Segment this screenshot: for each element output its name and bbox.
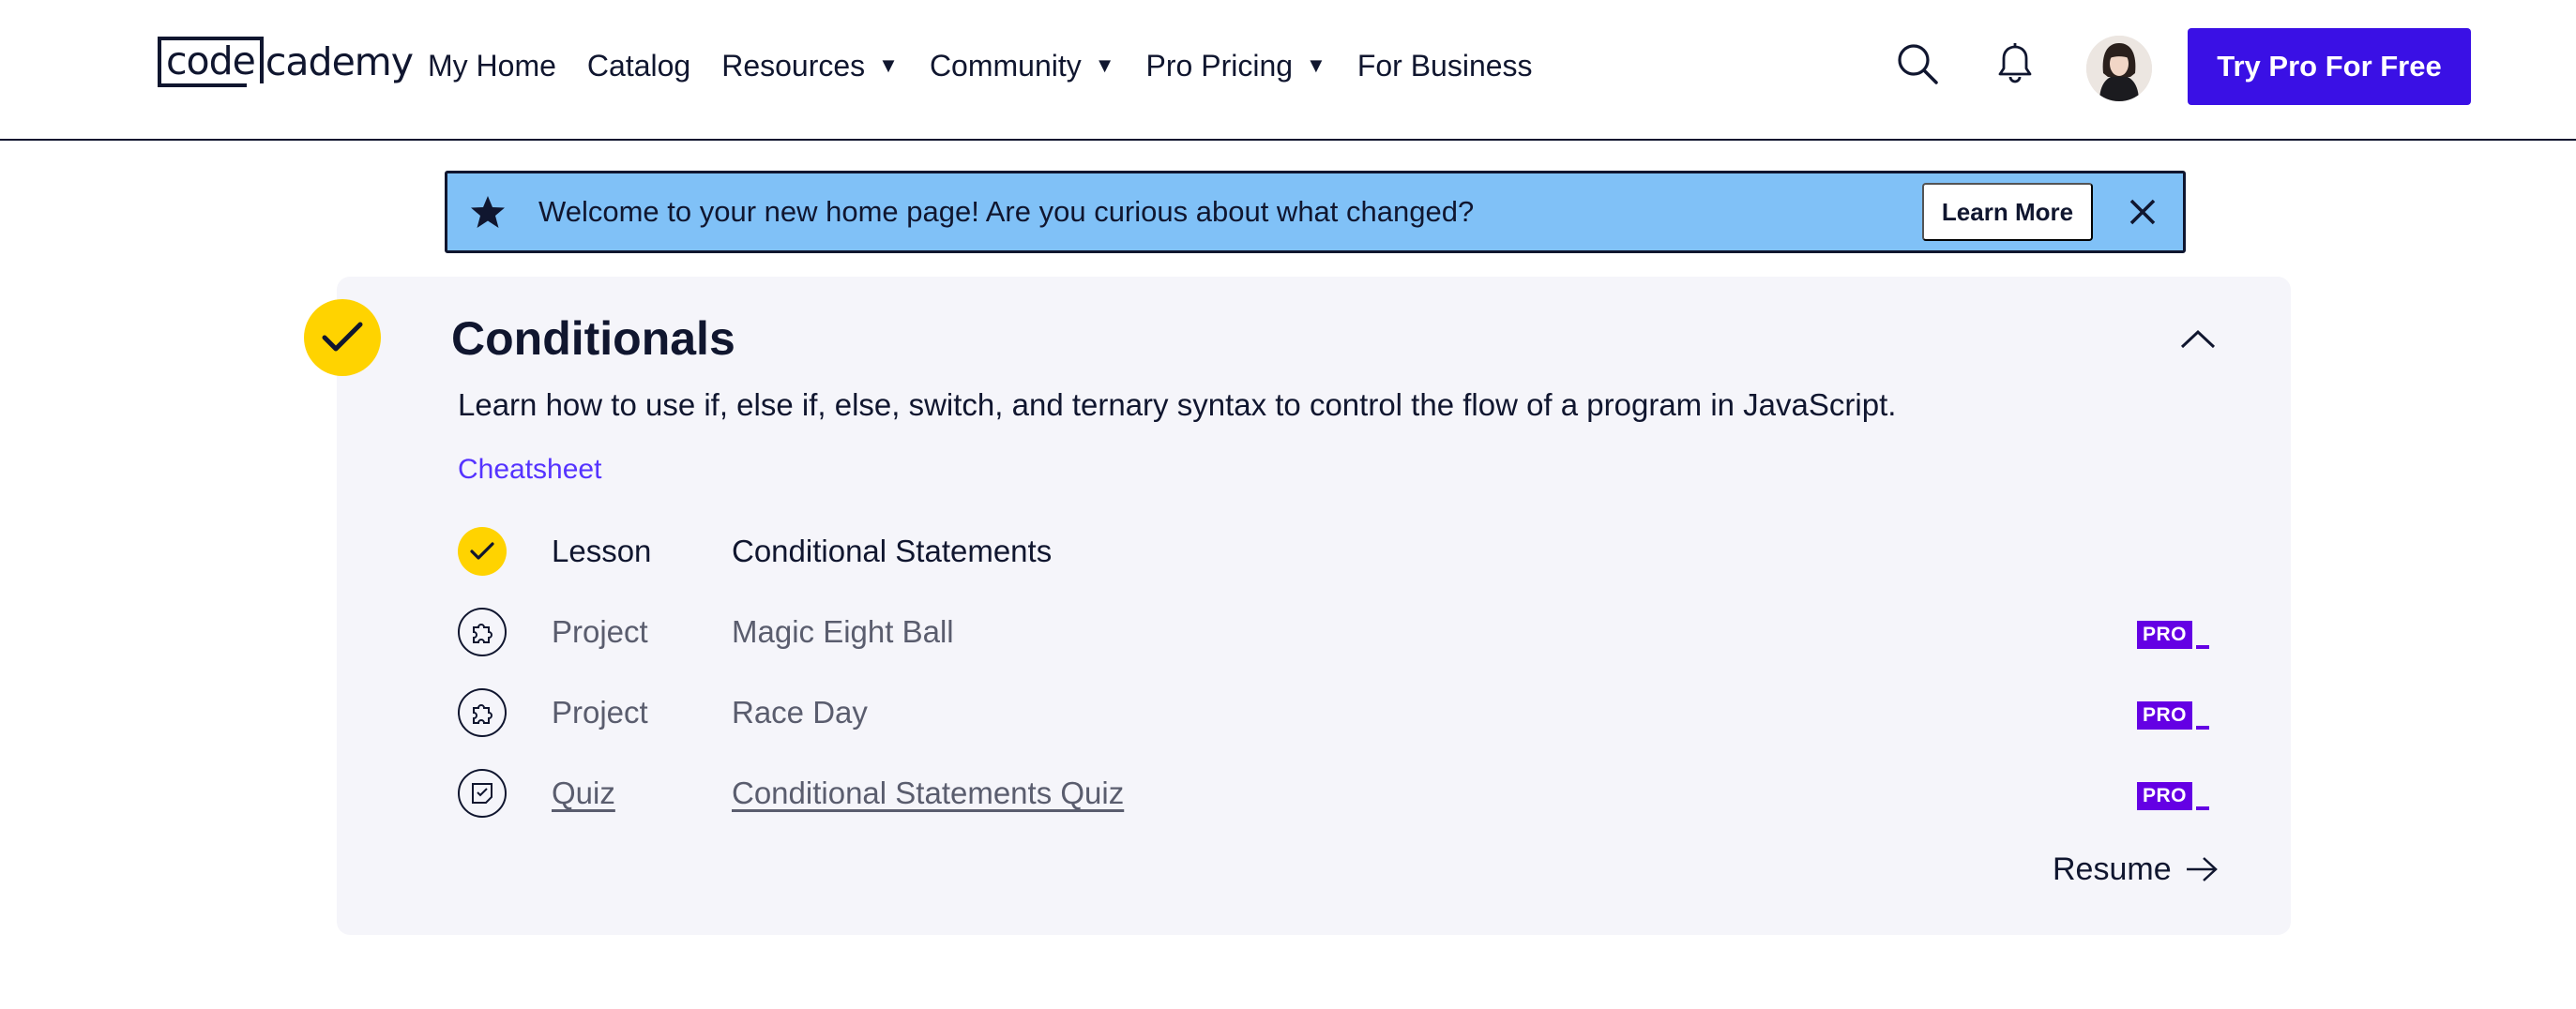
pro-badge-cursor [2196,726,2210,730]
pro-badge-cursor [2196,645,2210,649]
site-header: code cademy My Home Catalog Resources ▼ … [0,0,2576,141]
pro-badge-label: PRO [2137,782,2193,810]
learn-more-button[interactable]: Learn More [1922,183,2093,241]
nav-my-home-label: My Home [428,48,556,83]
nav-my-home[interactable]: My Home [428,43,556,88]
try-pro-button[interactable]: Try Pro For Free [2188,28,2471,105]
avatar[interactable] [2086,36,2152,101]
nav-resources-label: Resources [721,48,866,83]
nav-pro-pricing[interactable]: Pro Pricing ▼ [1146,43,1326,88]
pro-badge-cursor [2196,806,2210,810]
item-name[interactable]: Race Day [732,686,868,739]
caret-down-icon: ▼ [878,53,899,77]
chevron-up-icon[interactable] [2178,324,2218,353]
check-icon [458,527,507,576]
module-item-row[interactable]: Lesson Conditional Statements [458,525,2212,578]
pro-badge: PRO [2137,778,2210,810]
announcement-banner: Welcome to your new home page! Are you c… [445,171,2186,253]
puzzle-icon [458,608,507,656]
resume-link[interactable]: Resume [2053,842,2219,896]
item-type[interactable]: Quiz [552,767,615,820]
arrow-right-icon [2186,857,2218,881]
nav-community[interactable]: Community ▼ [930,43,1115,88]
quiz-icon [458,769,507,818]
logo-wordmark: cademy [265,39,414,84]
cheatsheet-link[interactable]: Cheatsheet [458,450,601,489]
puzzle-icon [458,688,507,737]
item-name[interactable]: Conditional Statements Quiz [732,767,1124,820]
nav-for-business[interactable]: For Business [1357,43,1533,88]
nav-community-label: Community [929,48,1082,83]
pro-badge-label: PRO [2137,701,2193,730]
pro-badge-label: PRO [2137,621,2193,649]
item-name[interactable]: Conditional Statements [732,525,1052,578]
item-type: Project [552,614,648,649]
nav-for-business-label: For Business [1356,48,1533,83]
nav-pro-pricing-label: Pro Pricing [1145,48,1294,83]
codecademy-logo[interactable]: code cademy [158,36,414,88]
caret-down-icon: ▼ [1306,53,1326,77]
pro-badge: PRO [2137,698,2210,730]
module-item-row[interactable]: Project Magic Eight Ball PRO [458,606,2212,658]
nav-catalog[interactable]: Catalog [587,43,690,88]
close-icon[interactable] [2127,196,2159,228]
module-item-row[interactable]: Quiz Conditional Statements Quiz PRO [458,767,2212,820]
star-icon [470,194,506,230]
pro-badge: PRO [2137,617,2210,649]
item-type: Lesson [552,534,652,568]
module-item-row[interactable]: Project Race Day PRO [458,686,2212,739]
logo-code-box: code [158,37,264,87]
item-name[interactable]: Magic Eight Ball [732,606,954,658]
main-nav: My Home Catalog Resources ▼ Community ▼ … [428,43,1564,88]
module-complete-check-icon [304,299,381,376]
bell-icon[interactable] [1993,41,2038,86]
nav-catalog-label: Catalog [586,48,691,83]
resume-label: Resume [2053,851,2172,887]
item-type: Project [552,695,648,730]
nav-resources[interactable]: Resources ▼ [721,43,899,88]
module-title: Conditionals [451,312,735,365]
banner-message: Welcome to your new home page! Are you c… [538,195,1475,228]
module-description: Learn how to use if, else if, else, swit… [458,387,1897,422]
caret-down-icon: ▼ [1094,53,1115,77]
search-icon[interactable] [1895,41,1940,86]
